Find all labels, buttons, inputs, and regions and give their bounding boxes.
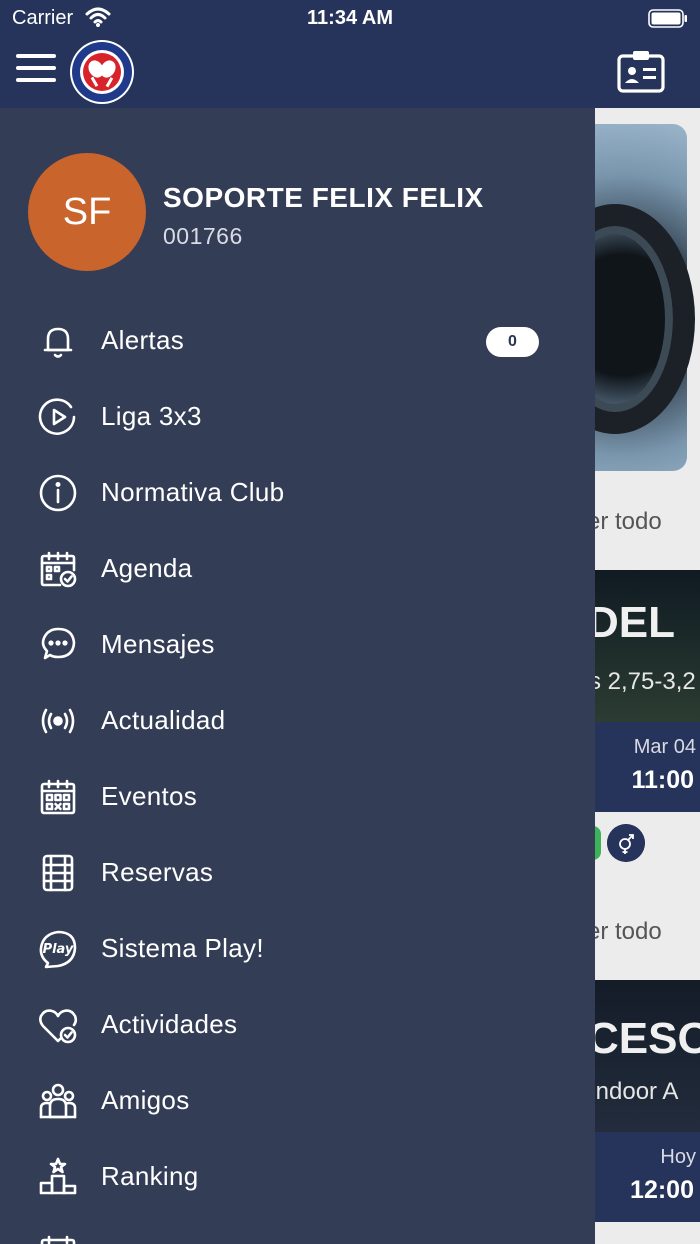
id-card-icon[interactable] <box>617 49 665 93</box>
group-icon <box>39 1083 77 1119</box>
calendar-check-icon <box>40 551 77 588</box>
court-icon <box>42 854 74 892</box>
menu-item-ranking[interactable]: Ranking <box>0 1139 595 1215</box>
menu-item-sistema-play[interactable]: Play Sistema Play! <box>0 911 595 987</box>
status-time: 11:34 AM <box>307 7 393 29</box>
club-logo[interactable] <box>69 39 135 105</box>
menu-item-agenda[interactable]: Agenda <box>0 531 595 607</box>
home-content-behind-drawer: er todo DEL s 2,75-3,2 Mar 04 11:00 er t… <box>595 108 700 1244</box>
battery-icon <box>648 9 687 28</box>
drawer-menu: Alertas 0 Liga 3x3 Normativa Club Agenda… <box>0 303 595 1244</box>
event-card-date: Mar 04 <box>633 736 696 758</box>
menu-item-normativa-club[interactable]: Normativa Club <box>0 455 595 531</box>
chat-bubble-icon <box>41 627 76 660</box>
menu-item-liga-3x3[interactable]: Liga 3x3 <box>0 379 595 455</box>
user-name: SOPORTE FELIX FELIX <box>163 182 484 213</box>
event-card-image[interactable]: CESO Indoor A <box>595 980 700 1132</box>
menu-item-amigos[interactable]: Amigos <box>0 1063 595 1139</box>
event-card-date: Hoy <box>660 1146 696 1168</box>
status-dot <box>595 826 601 860</box>
event-card-title: CESO <box>595 1014 700 1063</box>
menu-item-partial[interactable] <box>0 1215 595 1244</box>
menu-item-label: Reservas <box>101 857 214 887</box>
gender-icon <box>607 824 645 862</box>
event-card-info: Mar 04 11:00 <box>595 722 700 812</box>
play-circle-icon <box>38 398 76 435</box>
play-logo-icon: Play <box>39 930 77 969</box>
alerts-count-badge: 0 <box>486 327 539 357</box>
status-bar: Carrier 11:34 AM <box>0 0 700 36</box>
menu-item-label: Amigos <box>101 1085 190 1115</box>
event-card-time: 12:00 <box>630 1176 694 1204</box>
calendar-icon <box>40 1235 76 1244</box>
menu-item-label: Liga 3x3 <box>101 401 202 431</box>
top-navigation-bar: Carrier 11:34 AM <box>0 0 700 108</box>
menu-item-label: Actualidad <box>101 705 226 735</box>
calendar-grid-icon <box>40 779 76 815</box>
broadcast-icon <box>41 708 75 734</box>
info-circle-icon <box>39 474 77 512</box>
menu-item-actividades[interactable]: Actividades <box>0 987 595 1063</box>
event-card-subtitle: Indoor A <box>595 1078 679 1105</box>
menu-item-label: Actividades <box>101 1009 238 1039</box>
menu-item-label: Sistema Play! <box>101 933 264 963</box>
menu-item-label: Eventos <box>101 781 198 811</box>
menu-item-actualidad[interactable]: Actualidad <box>0 683 595 759</box>
menu-item-reservas[interactable]: Reservas <box>0 835 595 911</box>
menu-item-label: Mensajes <box>101 629 215 659</box>
event-card-title: DEL <box>595 598 675 647</box>
menu-item-label: Alertas <box>101 325 185 355</box>
podium-icon <box>39 1157 77 1195</box>
avatar[interactable]: SF <box>28 153 146 271</box>
menu-item-mensajes[interactable]: Mensajes <box>0 607 595 683</box>
svg-text:Play: Play <box>43 942 74 957</box>
user-member-id: 001766 <box>163 223 243 249</box>
side-drawer: SF SOPORTE FELIX FELIX 001766 Alertas 0 … <box>0 108 595 1244</box>
promo-image <box>595 124 695 471</box>
menu-item-label: Ranking <box>101 1161 199 1191</box>
see-all-link[interactable]: er todo <box>595 918 662 946</box>
event-card-image[interactable]: DEL s 2,75-3,2 <box>595 570 700 722</box>
menu-item-eventos[interactable]: Eventos <box>0 759 595 835</box>
menu-hamburger-button[interactable] <box>16 54 56 84</box>
menu-item-label: Normativa Club <box>101 477 285 507</box>
event-card-time: 11:00 <box>631 766 694 794</box>
see-all-link[interactable]: er todo <box>595 508 662 536</box>
event-card-info: Hoy 12:00 <box>595 1132 700 1222</box>
menu-item-alertas[interactable]: Alertas 0 <box>0 303 595 379</box>
menu-item-label: Agenda <box>101 553 193 583</box>
bell-icon <box>43 327 73 358</box>
event-card-subtitle: s 2,75-3,2 <box>595 668 696 695</box>
heart-check-icon <box>39 1009 78 1044</box>
